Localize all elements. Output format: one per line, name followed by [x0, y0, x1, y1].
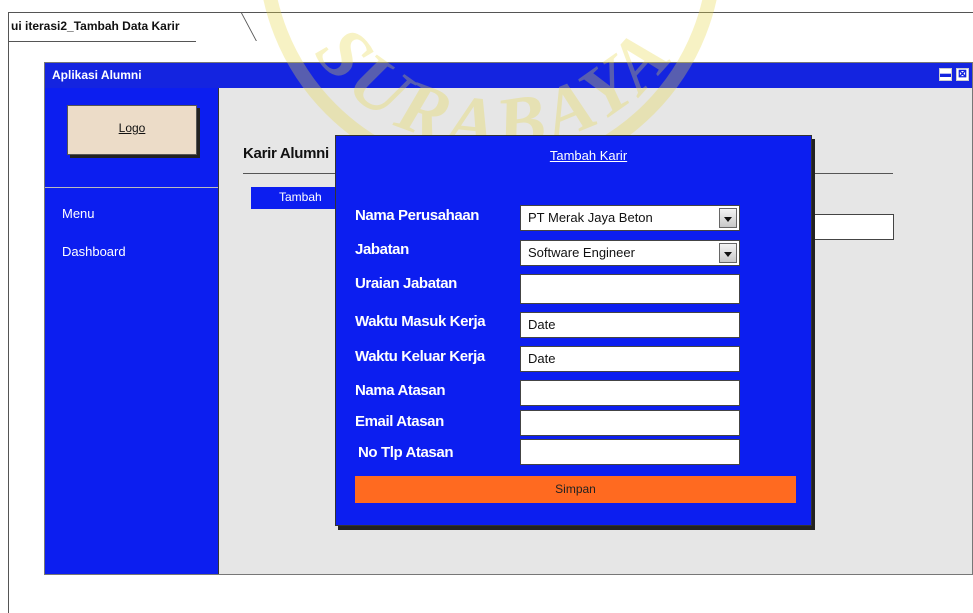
nama-atasan-label: Nama Atasan	[355, 382, 446, 399]
nama-perusahaan-value: PT Merak Jaya Beton	[528, 210, 653, 225]
close-icon[interactable]: ⊠	[956, 68, 969, 81]
no-tlp-atasan-input[interactable]	[520, 439, 740, 465]
uraian-jabatan-label: Uraian Jabatan	[355, 275, 457, 292]
sidebar-divider	[45, 187, 218, 188]
window-titlebar: Aplikasi Alumni ▬ ⊠	[45, 63, 972, 88]
sidebar-item-menu[interactable]: Menu	[62, 206, 95, 221]
waktu-masuk-label: Waktu Masuk Kerja	[355, 313, 486, 330]
frame-tab-edge	[227, 13, 257, 41]
nama-perusahaan-label: Nama Perusahaan	[355, 207, 480, 224]
logo-button[interactable]: Logo	[67, 105, 197, 155]
chevron-down-icon[interactable]	[719, 243, 737, 263]
sidebar: Logo Menu Dashboard	[45, 88, 219, 574]
uraian-jabatan-input[interactable]	[520, 274, 740, 304]
nama-atasan-input[interactable]	[520, 380, 740, 406]
tambah-karir-dialog: Tambah Karir Nama Perusahaan PT Merak Ja…	[335, 135, 812, 526]
frame-tab-label: ui iterasi2_Tambah Data Karir	[9, 13, 196, 42]
sidebar-item-dashboard[interactable]: Dashboard	[62, 244, 126, 259]
jabatan-value: Software Engineer	[528, 245, 635, 260]
email-atasan-label: Email Atasan	[355, 413, 444, 430]
maximize-icon[interactable]: ▬	[939, 68, 952, 81]
window-title: Aplikasi Alumni	[52, 68, 142, 82]
jabatan-label: Jabatan	[355, 241, 409, 258]
no-tlp-atasan-label: No Tlp Atasan	[358, 444, 454, 461]
jabatan-select[interactable]: Software Engineer	[520, 240, 740, 266]
email-atasan-input[interactable]	[520, 410, 740, 436]
dialog-title: Tambah Karir	[549, 148, 628, 163]
page-title: Karir Alumni	[243, 145, 329, 162]
nama-perusahaan-select[interactable]: PT Merak Jaya Beton	[520, 205, 740, 231]
chevron-down-icon[interactable]	[719, 208, 737, 228]
waktu-keluar-label: Waktu Keluar Kerja	[355, 348, 485, 365]
waktu-keluar-input[interactable]: Date	[520, 346, 740, 372]
waktu-masuk-input[interactable]: Date	[520, 312, 740, 338]
simpan-button[interactable]: Simpan	[355, 476, 796, 503]
